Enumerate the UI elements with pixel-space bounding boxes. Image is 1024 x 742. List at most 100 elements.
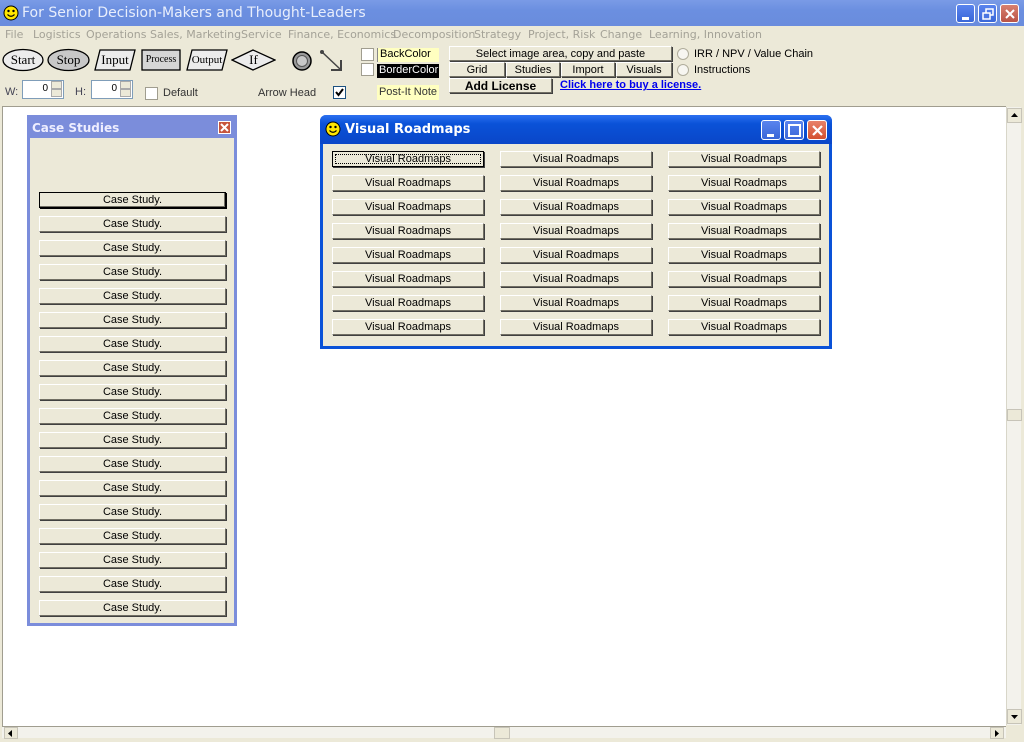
instructions-radio[interactable] bbox=[677, 64, 689, 76]
close-icon bbox=[812, 125, 823, 136]
process-shape-button[interactable]: Process bbox=[141, 48, 181, 72]
border-color-swatch[interactable]: BorderColor bbox=[377, 64, 439, 78]
grid-button[interactable]: Grid bbox=[449, 62, 505, 77]
width-spinner[interactable]: 0 bbox=[22, 80, 64, 99]
back-color-swatch[interactable]: BackColor bbox=[377, 48, 439, 62]
case-study-button[interactable]: Case Study. bbox=[39, 432, 226, 448]
spin-up-icon[interactable] bbox=[51, 81, 62, 89]
visual-roadmap-button[interactable]: Visual Roadmaps bbox=[332, 271, 484, 287]
case-study-button[interactable]: Case Study. bbox=[39, 312, 226, 328]
case-study-button[interactable]: Case Study. bbox=[39, 360, 226, 376]
visual-roadmap-button[interactable]: Visual Roadmaps bbox=[332, 295, 484, 311]
visual-roadmap-button[interactable]: Visual Roadmaps bbox=[668, 199, 820, 215]
case-study-button[interactable]: Case Study. bbox=[39, 408, 226, 424]
arrow-shape-button[interactable] bbox=[319, 48, 345, 72]
visual-roadmap-button[interactable]: Visual Roadmaps bbox=[500, 223, 652, 239]
post-it-note-button[interactable]: Post-It Note bbox=[377, 85, 439, 100]
menu-logistics[interactable]: Logistics bbox=[33, 28, 81, 41]
visual-roadmap-button[interactable]: Visual Roadmaps bbox=[668, 223, 820, 239]
stop-shape-button[interactable]: Stop bbox=[47, 48, 90, 72]
if-shape-button[interactable]: If bbox=[230, 48, 277, 72]
dialog-close-button[interactable] bbox=[807, 120, 827, 140]
menu-operations[interactable]: Operations bbox=[86, 28, 146, 41]
menu-service[interactable]: Service bbox=[241, 28, 282, 41]
menu-learning-innovation[interactable]: Learning, Innovation bbox=[649, 28, 762, 41]
visual-roadmap-button[interactable]: Visual Roadmaps bbox=[332, 151, 484, 167]
visuals-button[interactable]: Visuals bbox=[616, 62, 672, 77]
case-study-button[interactable]: Case Study. bbox=[39, 384, 226, 400]
case-studies-close-button[interactable] bbox=[218, 121, 231, 134]
case-study-button[interactable]: Case Study. bbox=[39, 480, 226, 496]
horizontal-scrollbar[interactable] bbox=[2, 726, 1006, 739]
visual-roadmap-button[interactable]: Visual Roadmaps bbox=[332, 199, 484, 215]
height-spinner[interactable]: 0 bbox=[91, 80, 133, 99]
arrow-head-checkbox[interactable] bbox=[333, 86, 346, 99]
spin-down-icon[interactable] bbox=[51, 89, 62, 97]
visual-roadmap-button[interactable]: Visual Roadmaps bbox=[332, 247, 484, 263]
close-button[interactable] bbox=[1000, 4, 1019, 23]
visual-roadmap-button[interactable]: Visual Roadmaps bbox=[668, 295, 820, 311]
border-color-checkbox[interactable] bbox=[361, 63, 374, 76]
visual-roadmap-button[interactable]: Visual Roadmaps bbox=[500, 199, 652, 215]
menu-sales-marketing[interactable]: Sales, Marketing bbox=[150, 28, 241, 41]
visual-roadmap-button[interactable]: Visual Roadmaps bbox=[500, 295, 652, 311]
menu-file[interactable]: File bbox=[5, 28, 23, 41]
case-study-button[interactable]: Case Study. bbox=[39, 552, 226, 568]
visual-roadmap-button[interactable]: Visual Roadmaps bbox=[668, 175, 820, 191]
visual-roadmap-button[interactable]: Visual Roadmaps bbox=[500, 319, 652, 335]
visual-roadmap-button[interactable]: Visual Roadmaps bbox=[332, 175, 484, 191]
restore-button[interactable] bbox=[978, 4, 997, 23]
case-study-button[interactable]: Case Study. bbox=[39, 576, 226, 592]
scroll-left-button[interactable] bbox=[4, 727, 18, 739]
horizontal-scroll-thumb[interactable] bbox=[494, 727, 510, 739]
start-shape-button[interactable]: Start bbox=[2, 48, 44, 72]
visual-roadmap-button[interactable]: Visual Roadmaps bbox=[500, 151, 652, 167]
case-study-button[interactable]: Case Study. bbox=[39, 336, 226, 352]
menu-finance-economics[interactable]: Finance, Economics bbox=[288, 28, 396, 41]
buy-license-link[interactable]: Click here to buy a license. bbox=[560, 79, 701, 91]
case-study-button[interactable]: Case Study. bbox=[39, 264, 226, 280]
visual-roadmap-button[interactable]: Visual Roadmaps bbox=[668, 151, 820, 167]
output-shape-button[interactable]: Output bbox=[186, 48, 228, 72]
scroll-right-button[interactable] bbox=[990, 727, 1004, 739]
case-study-button[interactable]: Case Study. bbox=[39, 216, 226, 232]
default-checkbox[interactable] bbox=[145, 87, 158, 100]
case-study-button[interactable]: Case Study. bbox=[39, 456, 226, 472]
visual-roadmap-button[interactable]: Visual Roadmaps bbox=[500, 271, 652, 287]
menu-decomposition[interactable]: Decomposition bbox=[393, 28, 475, 41]
circle-shape-button[interactable] bbox=[291, 48, 313, 72]
menu-change[interactable]: Change bbox=[600, 28, 642, 41]
case-study-button[interactable]: Case Study. bbox=[39, 288, 226, 304]
visual-roadmap-button[interactable]: Visual Roadmaps bbox=[332, 223, 484, 239]
visual-roadmap-button[interactable]: Visual Roadmaps bbox=[668, 271, 820, 287]
input-shape-button[interactable]: Input bbox=[94, 48, 136, 72]
case-study-button[interactable]: Case Study. bbox=[39, 600, 226, 616]
case-study-button[interactable]: Case Study. bbox=[39, 504, 226, 520]
minimize-button[interactable] bbox=[956, 4, 975, 23]
back-color-checkbox[interactable] bbox=[361, 48, 374, 61]
minimize-icon bbox=[962, 17, 969, 20]
spin-up-icon[interactable] bbox=[120, 81, 131, 89]
dialog-maximize-button[interactable] bbox=[784, 120, 804, 140]
add-license-button[interactable]: Add License bbox=[449, 78, 552, 93]
visual-roadmap-button[interactable]: Visual Roadmaps bbox=[668, 319, 820, 335]
dialog-minimize-button[interactable] bbox=[761, 120, 781, 140]
select-image-button[interactable]: Select image area, copy and paste bbox=[449, 46, 672, 61]
studies-button[interactable]: Studies bbox=[506, 62, 560, 77]
visual-roadmap-button[interactable]: Visual Roadmaps bbox=[332, 319, 484, 335]
scroll-down-button[interactable] bbox=[1007, 709, 1022, 724]
vertical-scrollbar[interactable] bbox=[1006, 107, 1022, 725]
visual-roadmap-button[interactable]: Visual Roadmaps bbox=[500, 175, 652, 191]
case-study-button[interactable]: Case Study. bbox=[39, 240, 226, 256]
import-button[interactable]: Import bbox=[561, 62, 615, 77]
visual-roadmap-button[interactable]: Visual Roadmaps bbox=[668, 247, 820, 263]
scroll-up-button[interactable] bbox=[1007, 108, 1022, 123]
case-study-button[interactable]: Case Study. bbox=[39, 192, 226, 208]
menu-strategy[interactable]: Strategy bbox=[474, 28, 521, 41]
vertical-scroll-thumb[interactable] bbox=[1007, 409, 1022, 421]
menu-project-risk[interactable]: Project, Risk bbox=[528, 28, 595, 41]
visual-roadmap-button[interactable]: Visual Roadmaps bbox=[500, 247, 652, 263]
spin-down-icon[interactable] bbox=[120, 89, 131, 97]
case-study-button[interactable]: Case Study. bbox=[39, 528, 226, 544]
irr-npv-radio[interactable] bbox=[677, 48, 689, 60]
